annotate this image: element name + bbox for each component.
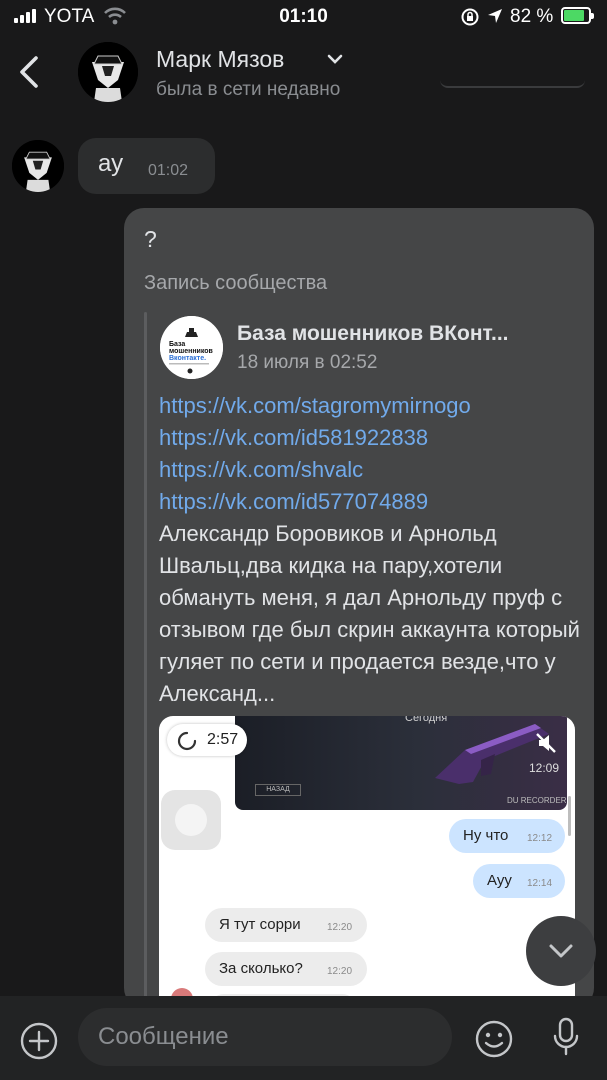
- post-link[interactable]: https://vk.com/stagromymirnogo: [159, 390, 584, 422]
- community-avatar[interactable]: База мошенников Вконтакте.: [160, 316, 223, 379]
- incoming-message[interactable]: ау 01:02: [78, 138, 215, 194]
- video-attachment[interactable]: Сегодня НАЗАД 12:09 DU RECORDER 2:57 Ну …: [159, 716, 575, 1008]
- message-text: ау: [98, 150, 124, 177]
- video-chat-message: Я тут сорри 12:20: [205, 908, 367, 942]
- video-chat-time: 12:12: [527, 833, 553, 844]
- video-chat-text: Ну что: [463, 827, 509, 844]
- microphone-icon[interactable]: [552, 1016, 580, 1058]
- post-link[interactable]: https://vk.com/id581922838: [159, 422, 584, 454]
- video-duration-badge: 2:57: [167, 724, 247, 756]
- location-icon: [488, 9, 502, 23]
- mute-icon[interactable]: [535, 732, 557, 754]
- video-inner-back: НАЗАД: [255, 784, 301, 796]
- chat-header: Марк Мязов была в сети недавно: [0, 34, 607, 114]
- video-chat-text: Ауу: [487, 872, 512, 889]
- plus-icon[interactable]: [19, 1021, 59, 1061]
- video-chat-time: 12:20: [327, 966, 353, 977]
- post-link[interactable]: https://vk.com/shvalc https://vk.com/id5…: [159, 454, 584, 518]
- video-inner-time: 12:09: [529, 761, 560, 775]
- chevron-down-icon[interactable]: [326, 52, 344, 66]
- video-chat-time: 12:20: [327, 922, 353, 933]
- message-input-placeholder: Сообщение: [98, 1023, 229, 1050]
- message-composer: Сообщение: [0, 996, 607, 1080]
- video-chat-time: 12:14: [527, 878, 553, 889]
- video-duration: 2:57: [207, 731, 239, 748]
- battery-percent: 82 %: [510, 6, 554, 27]
- contact-status: была в сети недавно: [156, 79, 341, 100]
- rotation-lock-icon: [461, 8, 479, 26]
- post-text: https://vk.com/stagromymirnogo https://v…: [159, 390, 584, 710]
- sender-avatar[interactable]: [12, 140, 64, 192]
- svg-text:База: База: [169, 341, 185, 348]
- chevron-down-icon: [549, 944, 573, 958]
- video-chat-text: За сколько?: [219, 960, 303, 977]
- video-chat-message: Ауу 12:14: [473, 864, 565, 898]
- community-name[interactable]: База мошенников ВКонт...: [237, 322, 509, 346]
- video-chat-avatar: [161, 790, 221, 850]
- video-chat-scrollbar: [568, 796, 571, 836]
- video-chat-message: За сколько? 12:20: [205, 952, 367, 986]
- video-inner-screenshot: Сегодня НАЗАД 12:09 DU RECORDER: [235, 716, 567, 810]
- battery-icon: [561, 7, 594, 24]
- post-date: 18 июля в 02:52: [237, 352, 378, 373]
- video-recorder-label: DU RECORDER: [507, 796, 567, 805]
- status-bar: YOTA 01:10 82 %: [0, 0, 607, 34]
- avatar[interactable]: [78, 42, 138, 102]
- video-chat-message: Ну что 12:12: [449, 819, 565, 853]
- repost-divider: [144, 312, 147, 1008]
- repost-label: Запись сообщества: [144, 272, 328, 294]
- message-text: ?: [144, 226, 157, 252]
- emoji-icon[interactable]: [474, 1019, 514, 1059]
- svg-text:Вконтакте.: Вконтакте.: [169, 355, 206, 362]
- previous-message-edge: [440, 80, 585, 88]
- weapon-image: [435, 724, 549, 784]
- message-input[interactable]: Сообщение: [78, 1008, 452, 1066]
- loading-spinner-icon: [177, 731, 197, 751]
- message-time: 01:02: [148, 162, 189, 179]
- video-chat-text: Я тут сорри: [219, 916, 301, 933]
- contact-name[interactable]: Марк Мязов: [156, 46, 284, 73]
- chevron-left-icon[interactable]: [14, 54, 42, 90]
- scroll-down-button[interactable]: [526, 916, 596, 986]
- svg-text:мошенников: мошенников: [169, 348, 214, 355]
- post-body: Александр Боровиков и Арнольд Швальц,два…: [159, 521, 580, 706]
- outgoing-message[interactable]: ? Запись сообщества База мошенников Вкон…: [124, 208, 594, 1008]
